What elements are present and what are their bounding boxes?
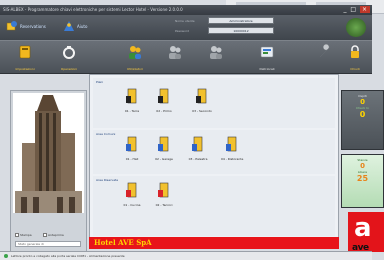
zones-panel: Piani 01 - Terra 02 - Primo 03 - Secondo… <box>89 74 339 246</box>
print-checkbox-box[interactable] <box>15 233 19 237</box>
app-header: Reservations Aiuto Nome utente Amministr… <box>0 15 372 40</box>
section-title: Aree Riservate <box>96 178 119 182</box>
preview-checkbox[interactable]: Anteprima <box>43 233 64 237</box>
hotel-info-panel: Stampa Anteprima Stato generale di <box>10 90 87 252</box>
password-field-label: Password <box>175 29 190 33</box>
status-logo-icon <box>346 18 366 37</box>
users-gray-icon <box>210 46 222 59</box>
wrench-icon <box>319 43 330 58</box>
key-ring-icon <box>63 46 75 59</box>
toolbar-users-gray-button-1[interactable] <box>158 44 192 72</box>
toolbar-operations-button[interactable]: Operazioni <box>52 44 86 72</box>
password-field[interactable]: 10000012 <box>208 27 274 34</box>
window-controls: _ □ × <box>343 5 370 15</box>
status-bar: Lettore pronto e collegato alla porta se… <box>0 251 372 260</box>
preview-checkbox-box[interactable] <box>43 233 47 237</box>
maximize-button[interactable]: □ <box>350 6 357 13</box>
door-blue-icon <box>192 136 203 152</box>
zone-item[interactable]: 01 - Hall <box>121 136 143 161</box>
door-red-icon <box>158 182 169 198</box>
toolbar-close-button[interactable]: Chiudi <box>338 44 372 72</box>
status-ok-icon <box>4 254 8 258</box>
zone-item[interactable]: 04 - Ristorante <box>221 136 243 161</box>
zone-item[interactable]: 03 - Secondo <box>191 88 213 113</box>
print-checkbox[interactable]: Stampa <box>15 233 32 237</box>
door-yellow-icon <box>158 88 169 104</box>
door-red-icon <box>126 182 137 198</box>
ave-logo: a ave <box>348 212 384 253</box>
users-gray-icon <box>169 46 181 59</box>
minimize-button[interactable]: _ <box>343 6 347 13</box>
reservations-icon <box>6 21 17 31</box>
guests-card: Ospiti 0 Check In 0 <box>341 90 384 150</box>
floors-section: Piani 01 - Terra 02 - Primo 03 - Secondo <box>93 78 335 128</box>
title-bar: SIS-ALBEX - Programmatore chiavi elettro… <box>0 5 372 15</box>
zone-item[interactable]: 02 - Garage <box>153 136 175 161</box>
toolbar-tools-button[interactable] <box>308 43 342 72</box>
toolbar-users-gray-button-2[interactable] <box>199 44 233 72</box>
help-person-icon <box>64 21 74 31</box>
section-title: Aree Comuni <box>96 132 116 136</box>
status-text: Lettore pronto e collegato alla porta se… <box>10 254 125 258</box>
user-field-label: Nome utente <box>175 19 195 23</box>
rooms-card: Stanze 0 Libere 25 <box>341 154 384 208</box>
zone-item[interactable]: 02 - Tecnici <box>153 182 175 207</box>
close-button[interactable]: × <box>359 6 370 13</box>
user-field[interactable]: Amministratore <box>208 17 274 24</box>
hotel-building-image <box>13 93 84 213</box>
users-icon <box>129 46 141 59</box>
zone-item[interactable]: 02 - Primo <box>153 88 175 113</box>
door-yellow-icon <box>196 88 207 104</box>
reservations-button[interactable]: Reservations <box>6 20 46 32</box>
door-blue-icon <box>126 136 137 152</box>
window-title: SIS-ALBEX - Programmatore chiavi elettro… <box>3 7 183 12</box>
door-yellow-icon <box>126 88 137 104</box>
lock-icon <box>351 45 359 58</box>
toolbar-users-button[interactable]: Utilizzatori <box>118 44 152 72</box>
section-title: Piani <box>96 80 104 84</box>
zone-item[interactable]: 01 - Cucina <box>121 182 143 207</box>
main-toolbar: Impostazioni Operazioni Utilizzatori Dat… <box>0 40 372 74</box>
toolbar-settings-button[interactable]: Impostazioni <box>8 44 42 72</box>
door-blue-icon <box>158 136 169 152</box>
general-status-field[interactable]: Stato generale di <box>15 241 81 247</box>
hotel-tower-icon <box>13 93 84 213</box>
door-blue-icon <box>226 136 237 152</box>
settings-book-icon <box>19 45 31 59</box>
zone-item[interactable]: 03 - Palestra <box>187 136 209 161</box>
help-button[interactable]: Aiuto <box>63 20 87 32</box>
zone-item[interactable]: 01 - Terra <box>121 88 143 113</box>
app-window: SIS-ALBEX - Programmatore chiavi elettro… <box>0 0 384 260</box>
common-areas-section: Aree Comuni 01 - Hall 02 - Garage 03 - P… <box>93 130 335 174</box>
hotel-name-banner: Hotel AVE SpA <box>89 237 339 249</box>
toolbar-local-data-button[interactable]: Dati locali <box>250 44 284 72</box>
database-icon <box>260 46 274 58</box>
reserved-areas-section: Aree Riservate 01 - Cucina 02 - Tecnici <box>93 176 335 236</box>
